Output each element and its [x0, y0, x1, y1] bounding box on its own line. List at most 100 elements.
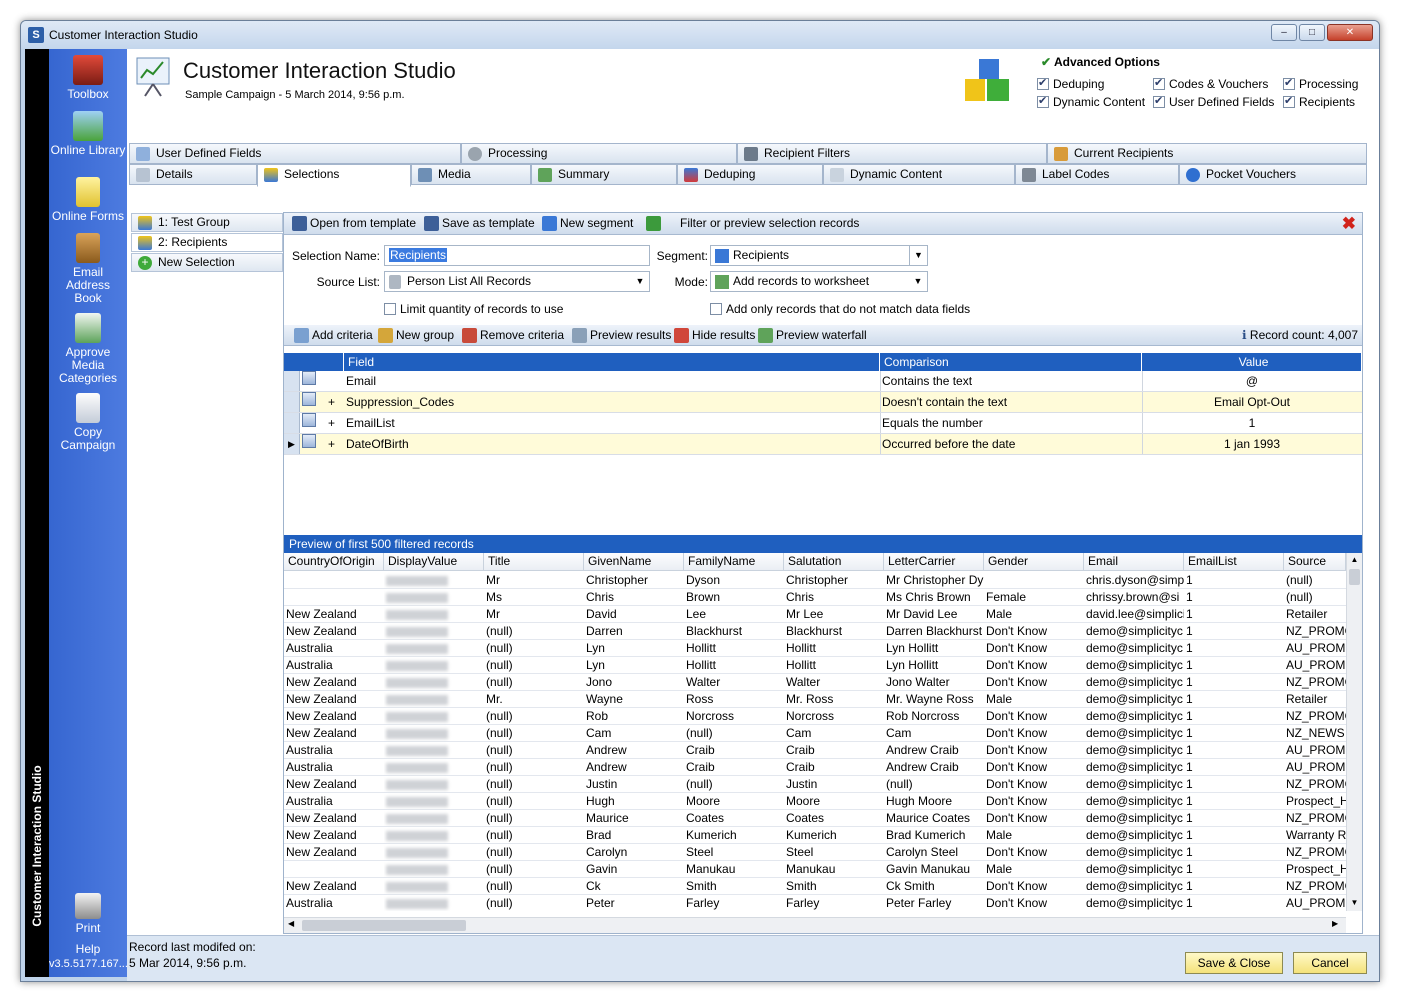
option-deduping[interactable]: Deduping	[1037, 76, 1104, 91]
new-group-button[interactable]: New group	[378, 325, 454, 345]
table-row[interactable]: Australia (null) Hugh Moore Moore Hugh Moore D…	[284, 793, 1346, 810]
row-selector[interactable]	[284, 413, 300, 433]
table-row[interactable]: New Zealand (null) Ck Smith Smith Ck Smith Don…	[284, 878, 1346, 895]
row-selector[interactable]	[284, 371, 300, 391]
close-selection-icon[interactable]: ✖	[1342, 215, 1356, 232]
new-selection-button[interactable]: + New Selection	[131, 253, 283, 272]
preview-results-button[interactable]: Preview results	[572, 325, 671, 345]
column-header[interactable]: Gender	[984, 553, 1084, 571]
limit-quantity-checkbox[interactable]: Limit quantity of records to use	[384, 302, 563, 316]
tab-recipient-filters[interactable]: Recipient Filters	[737, 143, 1047, 164]
criteria-row[interactable]: Email Contains the text @	[284, 371, 1362, 392]
table-row[interactable]: New Zealand (null) Brad Kumerich Kumerich Bra…	[284, 827, 1346, 844]
cancel-button[interactable]: Cancel	[1293, 952, 1367, 974]
online-forms-button[interactable]: Online Forms	[49, 177, 127, 222]
segment-select[interactable]: Recipients ▼	[710, 245, 928, 266]
option-user-defined-fields[interactable]: User Defined Fields	[1153, 94, 1274, 109]
option-codes-vouchers[interactable]: Codes & Vouchers	[1153, 76, 1268, 91]
table-row[interactable]: New Zealand Mr. Wayne Ross Mr. Ross Mr. Wayne…	[284, 691, 1346, 708]
table-row[interactable]: Australia (null) Andrew Craib Craib Andrew Cr…	[284, 759, 1346, 776]
selection-item-recipients[interactable]: 2: Recipients	[131, 233, 283, 252]
checkbox[interactable]	[384, 303, 396, 315]
scroll-right-icon[interactable]: ▶	[1332, 919, 1338, 928]
column-header[interactable]: EmailList	[1184, 553, 1284, 571]
criteria-row[interactable]: ▶ + DateOfBirth Occurred before the date 1 j…	[284, 434, 1362, 455]
table-row[interactable]: New Zealand (null) Maurice Coates Coates Maur…	[284, 810, 1346, 827]
tab-processing[interactable]: Processing	[461, 143, 737, 164]
checkbox[interactable]	[1153, 94, 1165, 108]
chevron-down-icon[interactable]: ▼	[909, 272, 927, 291]
column-header[interactable]: LetterCarrier	[884, 553, 984, 571]
scroll-down-icon[interactable]: ▼	[1349, 898, 1360, 908]
table-row[interactable]: Ms Chris Brown Chris Ms Chris Brown Female chr…	[284, 589, 1346, 606]
email-address-book-button[interactable]: Email Address Book	[49, 233, 127, 305]
mode-select[interactable]: Add records to worksheet ▼	[710, 271, 928, 292]
tab-media[interactable]: Media	[411, 164, 531, 185]
option-dynamic-content[interactable]: Dynamic Content	[1037, 94, 1145, 109]
column-header[interactable]: FamilyName	[684, 553, 784, 571]
criteria-row[interactable]: + Suppression_Codes Doesn't contain the te…	[284, 392, 1362, 413]
column-header[interactable]: Title	[484, 553, 584, 571]
horizontal-scrollbar[interactable]: ◀ ▶	[284, 917, 1346, 933]
tab-dynamic-content[interactable]: Dynamic Content	[823, 164, 1015, 185]
add-only-nonmatch-checkbox[interactable]: Add only records that do not match data …	[710, 302, 970, 316]
column-header[interactable]: DisplayValue	[384, 553, 484, 571]
vertical-scrollbar[interactable]: ▲ ▼	[1346, 553, 1362, 911]
checkbox[interactable]	[1037, 76, 1049, 90]
checkbox[interactable]	[1283, 94, 1295, 108]
chevron-down-icon[interactable]: ▼	[909, 246, 927, 265]
table-row[interactable]: New Zealand Mr David Lee Mr Lee Mr David Lee M…	[284, 606, 1346, 623]
online-library-button[interactable]: Online Library	[49, 111, 127, 156]
expand-icon[interactable]: +	[328, 413, 335, 433]
table-row[interactable]: New Zealand (null) Rob Norcross Norcross Rob …	[284, 708, 1346, 725]
table-row[interactable]: New Zealand (null) Cam (null) Cam Cam Don't Kn…	[284, 725, 1346, 742]
checkbox[interactable]	[1283, 76, 1295, 90]
scroll-thumb-horizontal[interactable]	[302, 920, 466, 931]
table-row[interactable]: New Zealand (null) Jono Walter Walter Jono Wa…	[284, 674, 1346, 691]
table-row[interactable]: New Zealand (null) Justin (null) Justin (null…	[284, 776, 1346, 793]
criteria-row[interactable]: + EmailList Equals the number 1	[284, 413, 1362, 434]
print-button[interactable]: Print	[49, 893, 127, 934]
scroll-thumb[interactable]	[1349, 569, 1360, 585]
tab-selections[interactable]: Selections	[257, 164, 411, 187]
table-row[interactable]: Mr Christopher Dyson Christopher Mr Christop…	[284, 572, 1346, 589]
table-row[interactable]: New Zealand (null) Carolyn Steel Steel Caroly…	[284, 844, 1346, 861]
filter-preview-button[interactable]: Filter or preview selection records	[646, 213, 859, 233]
table-row[interactable]: (null) Gavin Manukau Manukau Gavin Manukau Ma…	[284, 861, 1346, 878]
tab-pocket-vouchers[interactable]: Pocket Vouchers	[1179, 164, 1367, 185]
open-template-button[interactable]: Open from template	[292, 213, 416, 233]
approve-media-button[interactable]: Approve Media Categories	[49, 313, 127, 385]
column-header[interactable]: Salutation	[784, 553, 884, 571]
save-close-button[interactable]: Save & Close	[1185, 952, 1283, 974]
scroll-up-icon[interactable]: ▲	[1349, 555, 1360, 565]
remove-criteria-button[interactable]: Remove criteria	[462, 325, 564, 345]
tab-summary[interactable]: Summary	[531, 164, 677, 185]
table-row[interactable]: Australia (null) Lyn Hollitt Hollitt Lyn Holl…	[284, 657, 1346, 674]
maximize-button[interactable]: □	[1299, 24, 1325, 41]
add-criteria-button[interactable]: Add criteria	[294, 325, 373, 345]
tab-user-defined-fields[interactable]: User Defined Fields	[129, 143, 461, 164]
checkbox[interactable]	[1037, 94, 1049, 108]
column-header[interactable]: Email	[1084, 553, 1184, 571]
checkbox[interactable]	[1153, 76, 1165, 90]
hide-results-button[interactable]: Hide results	[674, 325, 755, 345]
tab-details[interactable]: Details	[129, 164, 257, 185]
scroll-left-icon[interactable]: ◀	[288, 919, 294, 928]
toolbox-button[interactable]: Toolbox	[49, 55, 127, 100]
tab-label-codes[interactable]: Label Codes	[1015, 164, 1179, 185]
option-processing[interactable]: Processing	[1283, 76, 1358, 91]
new-segment-button[interactable]: New segment	[542, 213, 633, 233]
expand-icon[interactable]: +	[328, 434, 335, 454]
expand-icon[interactable]: +	[328, 392, 335, 412]
source-list-select[interactable]: Person List All Records ▼	[384, 271, 650, 292]
column-header[interactable]: GivenName	[584, 553, 684, 571]
table-row[interactable]: Australia (null) Andrew Craib Craib Andrew Cr…	[284, 742, 1346, 759]
help-link[interactable]: Help	[49, 943, 127, 955]
table-row[interactable]: Australia (null) Lyn Hollitt Hollitt Lyn Holl…	[284, 640, 1346, 657]
tab-deduping[interactable]: Deduping	[677, 164, 823, 185]
minimize-button[interactable]: –	[1271, 24, 1297, 41]
tab-current-recipients[interactable]: Current Recipients	[1047, 143, 1367, 164]
option-recipients[interactable]: Recipients	[1283, 94, 1355, 109]
preview-waterfall-button[interactable]: Preview waterfall	[758, 325, 867, 345]
close-window-button[interactable]: ✕	[1327, 24, 1373, 41]
